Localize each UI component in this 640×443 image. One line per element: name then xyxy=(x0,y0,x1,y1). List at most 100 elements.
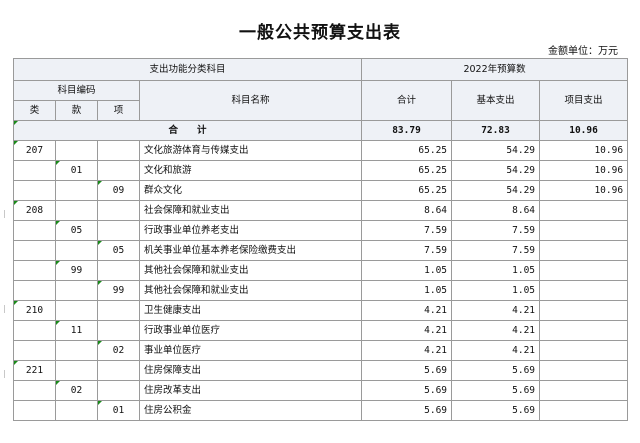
row-marker xyxy=(4,305,5,313)
code-kuan xyxy=(55,280,98,301)
header-basic: 基本支出 xyxy=(451,80,541,121)
amount-project xyxy=(539,260,629,281)
code-lei xyxy=(13,320,56,341)
subject-name: 其他社会保障和就业支出 xyxy=(138,260,363,281)
amount-basic: 5.69 xyxy=(451,400,541,421)
amount-project xyxy=(539,380,629,401)
amount-total: 1.05 xyxy=(361,280,453,301)
amount-total: 5.69 xyxy=(361,380,453,401)
code-kuan: 01 xyxy=(55,160,98,181)
subject-name: 群众文化 xyxy=(138,180,363,201)
table-row: 208 社会保障和就业支出 8.64 8.64 xyxy=(13,200,629,221)
code-lei xyxy=(13,280,56,301)
amount-basic: 4.21 xyxy=(451,340,541,361)
code-kuan: 99 xyxy=(55,260,98,281)
amount-project xyxy=(539,320,629,341)
amount-project xyxy=(539,220,629,241)
subject-name: 住房保障支出 xyxy=(138,360,363,381)
amount-basic: 54.29 xyxy=(451,140,541,161)
amount-project xyxy=(539,400,629,421)
code-xiang xyxy=(97,160,140,181)
amount-project xyxy=(539,240,629,261)
code-kuan xyxy=(55,360,98,381)
code-lei xyxy=(13,160,56,181)
header-project: 项目支出 xyxy=(539,80,629,121)
amount-basic: 7.59 xyxy=(451,240,541,261)
amount-total: 65.25 xyxy=(361,180,453,201)
amount-project xyxy=(539,200,629,221)
amount-total: 7.59 xyxy=(361,220,453,241)
code-kuan: 11 xyxy=(55,320,98,341)
header-code-group: 科目编码 xyxy=(13,80,140,101)
amount-project: 10.96 xyxy=(539,140,629,161)
code-xiang: 02 xyxy=(97,340,140,361)
code-xiang xyxy=(97,300,140,321)
code-kuan: 02 xyxy=(55,380,98,401)
code-kuan: 05 xyxy=(55,220,98,241)
subject-name: 行政事业单位养老支出 xyxy=(138,220,363,241)
code-xiang xyxy=(97,360,140,381)
total-basic: 72.83 xyxy=(451,120,541,141)
amount-basic: 54.29 xyxy=(451,160,541,181)
table-row: 11 行政事业单位医疗 4.21 4.21 xyxy=(13,320,629,341)
subject-name: 文化旅游体育与传媒支出 xyxy=(138,140,363,161)
amount-total: 1.05 xyxy=(361,260,453,281)
amount-project: 10.96 xyxy=(539,160,629,181)
subject-name: 住房公积金 xyxy=(138,400,363,421)
total-row: 合 计 83.79 72.83 10.96 xyxy=(12,120,629,141)
subject-name: 社会保障和就业支出 xyxy=(138,200,363,221)
amount-basic: 8.64 xyxy=(451,200,541,221)
table-row: 02 事业单位医疗 4.21 4.21 xyxy=(13,340,629,361)
code-lei xyxy=(13,380,56,401)
table-row: 207 文化旅游体育与传媒支出 65.25 54.29 10.96 xyxy=(13,140,629,161)
code-xiang xyxy=(97,320,140,341)
code-lei: 221 xyxy=(13,360,56,381)
code-kuan xyxy=(55,140,98,161)
page-title: 一般公共预算支出表 xyxy=(239,23,401,43)
code-kuan xyxy=(55,240,98,261)
amount-project xyxy=(539,360,629,381)
amount-project xyxy=(539,340,629,361)
table-row: 99 其他社会保障和就业支出 1.05 1.05 xyxy=(13,280,629,301)
amount-basic: 5.69 xyxy=(451,360,541,381)
table-row: 01 住房公积金 5.69 5.69 xyxy=(13,400,629,421)
header-xiang: 项 xyxy=(97,100,140,121)
code-lei xyxy=(13,240,56,261)
code-xiang: 05 xyxy=(97,240,140,261)
code-kuan xyxy=(55,200,98,221)
table-row: 02 住房改革支出 5.69 5.69 xyxy=(13,380,629,401)
amount-total: 65.25 xyxy=(361,140,453,161)
code-lei xyxy=(13,260,56,281)
code-xiang xyxy=(97,200,140,221)
code-xiang xyxy=(97,140,140,161)
table-row: 99 其他社会保障和就业支出 1.05 1.05 xyxy=(13,260,629,281)
row-marker xyxy=(4,370,5,378)
subject-name: 行政事业单位医疗 xyxy=(138,320,363,341)
subject-name: 卫生健康支出 xyxy=(138,300,363,321)
header-kuan: 款 xyxy=(55,100,98,121)
table-row: 05 机关事业单位基本养老保险缴费支出 7.59 7.59 xyxy=(13,240,629,261)
code-lei xyxy=(13,220,56,241)
header-function-group: 支出功能分类科目 xyxy=(12,58,363,81)
table-row: 210 卫生健康支出 4.21 4.21 xyxy=(13,300,629,321)
amount-total: 7.59 xyxy=(361,240,453,261)
code-xiang xyxy=(97,380,140,401)
subject-name: 机关事业单位基本养老保险缴费支出 xyxy=(138,240,363,261)
code-kuan xyxy=(55,400,98,421)
budget-table: 支出功能分类科目 2022年预算数 科目编码 科目名称 合计 基本支出 项目支出… xyxy=(12,58,629,421)
total-sum: 83.79 xyxy=(361,120,453,141)
amount-basic: 1.05 xyxy=(451,260,541,281)
total-project: 10.96 xyxy=(539,120,629,141)
amount-project xyxy=(539,280,629,301)
amount-total: 4.21 xyxy=(361,340,453,361)
amount-total: 5.69 xyxy=(361,400,453,421)
code-lei: 207 xyxy=(13,140,56,161)
amount-basic: 54.29 xyxy=(451,180,541,201)
code-lei: 210 xyxy=(13,300,56,321)
amount-basic: 5.69 xyxy=(451,380,541,401)
amount-project xyxy=(539,300,629,321)
table-row: 05 行政事业单位养老支出 7.59 7.59 xyxy=(13,220,629,241)
header-budget-group: 2022年预算数 xyxy=(361,58,629,81)
code-xiang xyxy=(97,260,140,281)
header-lei: 类 xyxy=(13,100,56,121)
